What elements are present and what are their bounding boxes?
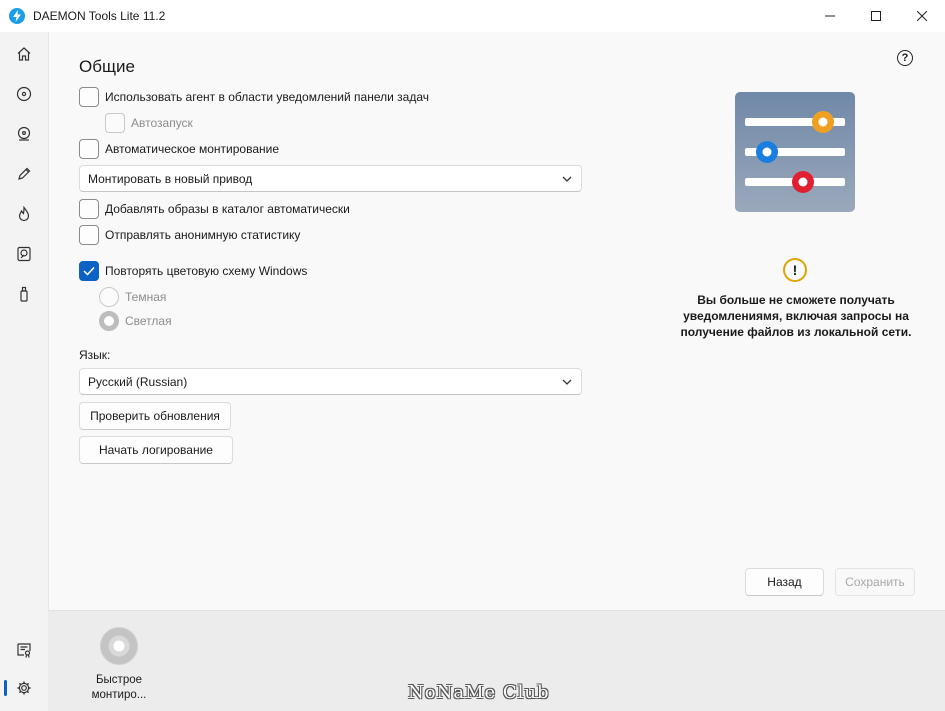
mount-mode-value: Монтировать в новый привод — [88, 171, 253, 186]
page-title: Общие — [79, 57, 135, 76]
theme-light-option[interactable]: Светлая — [99, 311, 172, 331]
close-icon — [917, 11, 927, 21]
title-bar: DAEMON Tools Lite 11.2 — [0, 0, 945, 32]
warning-icon: ! — [783, 258, 807, 282]
sidebar-item-virtual-hdd[interactable] — [0, 234, 48, 274]
chevron-down-icon — [562, 379, 572, 385]
checkmark-icon — [83, 266, 95, 276]
sidebar-item-usb[interactable] — [0, 274, 48, 314]
autostart-checkbox[interactable] — [105, 113, 125, 133]
sidebar — [0, 32, 48, 711]
help-icon[interactable]: ? — [897, 50, 913, 66]
sidebar-item-burn[interactable] — [0, 194, 48, 234]
auto-mount-option[interactable]: Автоматическое монтирование — [79, 139, 279, 159]
tray-agent-label: Использовать агент в области уведомлений… — [105, 90, 429, 104]
daemon-tools-logo-icon — [9, 8, 25, 24]
theme-dark-option[interactable]: Темная — [99, 287, 166, 307]
sidebar-item-license[interactable] — [0, 630, 48, 670]
home-icon — [17, 47, 31, 61]
tray-agent-checkbox[interactable] — [79, 87, 99, 107]
minimize-icon — [825, 15, 835, 17]
follow-theme-checkbox[interactable] — [79, 261, 99, 281]
theme-dark-label: Темная — [125, 290, 167, 304]
start-logging-button[interactable]: Начать логирование — [79, 436, 233, 464]
sidebar-item-create-image[interactable] — [0, 114, 48, 154]
language-select[interactable]: Русский (Russian) — [79, 368, 582, 395]
follow-theme-option[interactable]: Повторять цветовую схему Windows — [79, 261, 307, 281]
sidebar-item-home[interactable] — [0, 34, 48, 74]
sidebar-item-images[interactable] — [0, 74, 48, 114]
autostart-label: Автозапуск — [131, 116, 193, 130]
hard-disk-icon — [17, 246, 31, 262]
usb-drive-icon — [20, 286, 28, 302]
settings-illustration — [735, 92, 855, 212]
minimize-button[interactable] — [807, 0, 853, 32]
maximize-button[interactable] — [853, 0, 899, 32]
autostart-option[interactable]: Автозапуск — [105, 113, 193, 133]
flame-icon — [18, 206, 30, 222]
anon-stats-label: Отправлять анонимную статистику — [105, 228, 301, 242]
add-to-catalog-checkbox[interactable] — [79, 199, 99, 219]
warning-text: Вы больше не сможете получать уведомлени… — [680, 293, 912, 339]
sliders-illustration-icon — [745, 111, 845, 193]
license-icon — [17, 643, 31, 658]
mount-mode-select[interactable]: Монтировать в новый привод — [79, 165, 582, 192]
theme-light-label: Светлая — [125, 314, 172, 328]
watermark-text: NoNaMe Club — [408, 682, 550, 703]
theme-dark-radio[interactable] — [99, 287, 119, 307]
quick-mount-button[interactable]: Быстрое монтиро... — [84, 627, 154, 703]
language-value: Русский (Russian) — [88, 374, 188, 389]
quick-mount-disc-icon — [100, 627, 138, 665]
tray-agent-option[interactable]: Использовать агент в области уведомлений… — [79, 87, 429, 107]
anon-stats-checkbox[interactable] — [79, 225, 99, 245]
pencil-icon — [18, 167, 31, 180]
disc-icon — [16, 86, 32, 102]
language-label: Язык: — [79, 348, 111, 362]
add-to-catalog-label: Добавлять образы в каталог автоматически — [105, 202, 350, 216]
anon-stats-option[interactable]: Отправлять анонимную статистику — [79, 225, 300, 245]
auto-mount-checkbox[interactable] — [79, 139, 99, 159]
gear-icon — [17, 681, 31, 695]
close-button[interactable] — [899, 0, 945, 32]
auto-mount-label: Автоматическое монтирование — [105, 142, 280, 156]
quick-mount-label: Быстрое монтиро... — [91, 674, 147, 701]
check-updates-button[interactable]: Проверить обновления — [79, 402, 231, 430]
save-button[interactable]: Сохранить — [835, 568, 915, 596]
sidebar-item-edit[interactable] — [0, 154, 48, 194]
follow-theme-label: Повторять цветовую схему Windows — [105, 264, 308, 278]
window-title: DAEMON Tools Lite 11.2 — [33, 9, 166, 23]
disc-add-icon — [17, 126, 31, 141]
add-to-catalog-option[interactable]: Добавлять образы в каталог автоматически — [79, 199, 350, 219]
chevron-down-icon — [562, 176, 572, 182]
maximize-icon — [871, 11, 881, 21]
theme-light-radio[interactable] — [99, 311, 119, 331]
settings-panel: Общие ? Использовать агент в области уве… — [48, 32, 945, 610]
sidebar-item-settings[interactable] — [0, 668, 48, 708]
back-button[interactable]: Назад — [745, 568, 824, 596]
